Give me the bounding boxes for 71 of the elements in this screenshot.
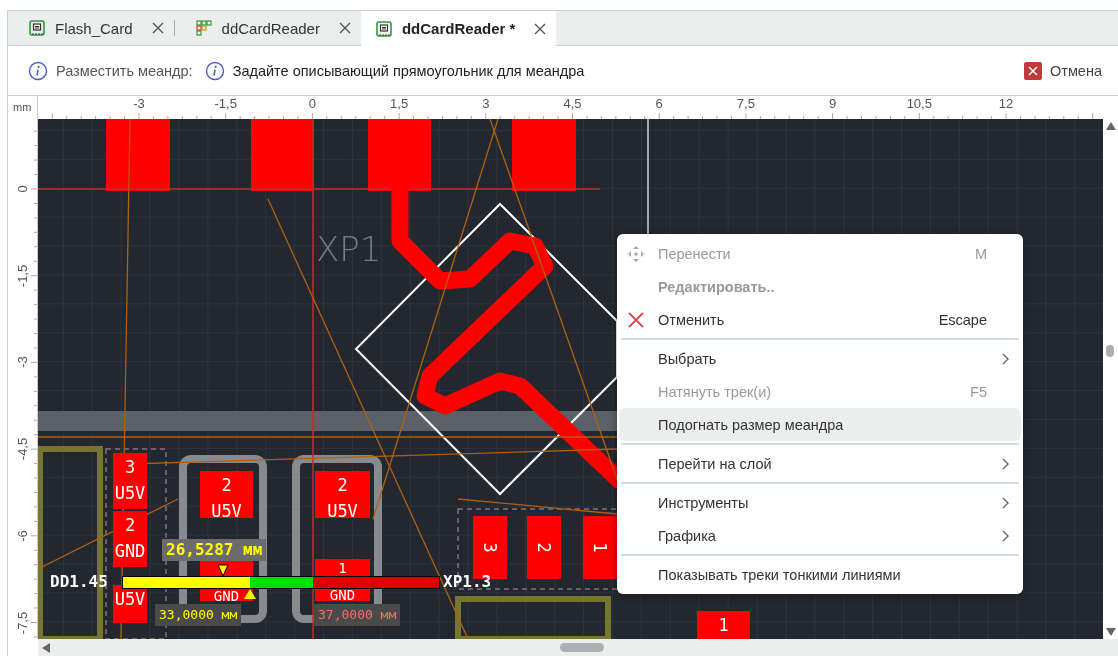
max-length-readout: 37,0000 мм (314, 604, 401, 626)
pad-label: 1 (590, 542, 610, 553)
close-icon[interactable] (338, 22, 351, 34)
min-length-readout: 33,0000 мм (155, 604, 242, 626)
scroll-down-arrow-icon[interactable] (1105, 628, 1116, 636)
menu-item[interactable]: Выбрать (619, 342, 1021, 375)
designator-label: XP1 (316, 229, 382, 269)
circuit-board-icon (28, 19, 46, 37)
close-icon[interactable] (534, 22, 547, 35)
pad-label: 1 (718, 615, 729, 635)
pcb-pad (200, 471, 253, 518)
pad-label: 2 (221, 475, 232, 495)
pcb-pad (113, 453, 147, 509)
pcb-pad (251, 119, 314, 191)
document-tab[interactable]: ddCardReader * (360, 11, 557, 46)
pad-label: 3 (480, 542, 500, 553)
menu-item[interactable]: Подогнать размер меандра (619, 408, 1021, 441)
pcb-pad (106, 119, 170, 191)
document-tab[interactable]: Flash_Card (8, 11, 174, 45)
pcb-pad (697, 611, 750, 639)
close-icon (627, 310, 645, 329)
pad-label: GND (329, 587, 356, 603)
menu-item[interactable]: Графика (619, 519, 1021, 552)
circuit-board-icon (374, 19, 393, 38)
hint-text: Задайте описывающий прямоугольник для меандра (232, 62, 585, 79)
info-icon (204, 60, 225, 81)
pad-label: U5V (114, 483, 146, 503)
info-icon (28, 60, 48, 81)
scroll-left-arrow-icon[interactable] (42, 643, 50, 653)
pad-label: 2 (337, 475, 348, 495)
net-pin-label: XP1.3 (443, 573, 492, 591)
pcb-pad (583, 516, 617, 579)
scroll-up-arrow-icon[interactable] (1105, 122, 1116, 130)
pcb-pad (113, 585, 147, 623)
menu-item[interactable]: Отменить Escape (619, 303, 1021, 336)
chevron-right-icon (1001, 529, 1009, 542)
pcb-pad (368, 119, 431, 191)
length-readout: 26,5287 мм (162, 539, 267, 561)
pcb-pad (113, 511, 147, 567)
pad-label: U5V (114, 589, 146, 609)
dot-grid-icon (194, 19, 213, 37)
pcb-pad (512, 119, 576, 191)
cancel-icon[interactable] (1023, 61, 1042, 80)
chevron-right-icon (1001, 457, 1009, 470)
pad-label: 3 (124, 457, 136, 477)
vertical-scrollbar[interactable] (1103, 119, 1118, 639)
menu-item[interactable]: Перейти на слой (619, 447, 1021, 480)
net-pin-label: DD1.45 (50, 573, 108, 591)
pad-label: 2 (534, 542, 554, 553)
document-tab[interactable]: ddCardReader (174, 11, 361, 45)
command-label: Разместить меандр: (56, 62, 193, 79)
scrollbar-thumb[interactable] (1106, 345, 1114, 357)
horizontal-scrollbar[interactable] (38, 639, 1118, 656)
pad-label: 1 (338, 560, 347, 576)
pad-label: 2 (124, 515, 136, 535)
cancel-button[interactable]: Отмена (1041, 62, 1102, 79)
menu-item[interactable]: Показывать треки тонкими линиями (619, 558, 1021, 591)
unit-label: mm (13, 101, 32, 113)
pcb-pad (315, 471, 370, 518)
pad-label: U5V (211, 501, 242, 521)
pad-label: GND (213, 588, 240, 604)
chevron-right-icon (1001, 496, 1009, 509)
move-arrows-icon (627, 244, 645, 263)
pad-label: GND (114, 541, 146, 561)
pcb-pad (527, 516, 561, 579)
menu-item[interactable]: Инструменты (619, 486, 1021, 519)
pad-label: U5V (327, 501, 358, 521)
chevron-right-icon (1001, 352, 1009, 365)
close-icon[interactable] (151, 22, 164, 34)
scrollbar-thumb[interactable] (560, 643, 604, 652)
pcb-canvas[interactable] (38, 119, 1103, 639)
